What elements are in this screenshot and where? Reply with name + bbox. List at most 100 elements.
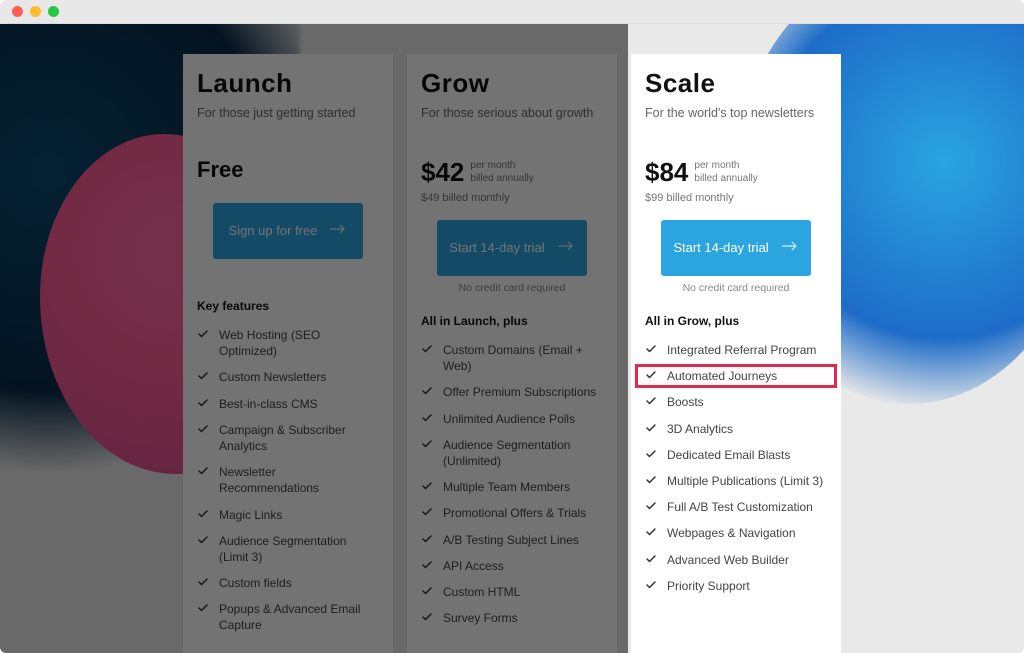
plan-cta-button[interactable]: Start 14-day trial	[661, 220, 811, 276]
arrow-right-icon	[557, 238, 575, 258]
feature-item: A/B Testing Subject Lines	[421, 532, 603, 548]
check-icon	[645, 343, 657, 355]
features-section-label: All in Launch, plus	[421, 314, 603, 328]
feature-item: Survey Forms	[421, 610, 603, 626]
plan-title: Scale	[645, 68, 827, 99]
pricing-columns: LaunchFor those just getting startedFree…	[183, 24, 841, 653]
feature-item: 3D Analytics	[645, 421, 827, 437]
feature-label: Priority Support	[667, 578, 750, 594]
feature-label: A/B Testing Subject Lines	[443, 532, 579, 548]
price-meta-line: billed annually	[470, 173, 533, 186]
plan-subtitle: For the world's top newsletters	[645, 105, 827, 139]
check-icon	[197, 465, 209, 477]
feature-item: Boosts	[645, 394, 827, 410]
check-icon	[645, 395, 657, 407]
check-icon	[197, 576, 209, 588]
check-icon	[645, 369, 657, 381]
feature-item: Newsletter Recommendations	[197, 464, 379, 496]
feature-item: Full A/B Test Customization	[645, 499, 827, 515]
window-minimize-button[interactable]	[30, 6, 41, 17]
check-icon	[645, 422, 657, 434]
spacer	[197, 265, 379, 279]
plan-title: Launch	[197, 68, 379, 99]
feature-item: Promotional Offers & Trials	[421, 505, 603, 521]
features-section-label: All in Grow, plus	[645, 314, 827, 328]
plan-monthly-note: $49 billed monthly	[421, 192, 603, 204]
feature-label: API Access	[443, 558, 504, 574]
feature-item: Priority Support	[645, 578, 827, 594]
price-meta-line: billed annually	[694, 173, 757, 186]
check-icon	[197, 534, 209, 546]
features-list: Integrated Referral Program Automated Jou…	[645, 342, 827, 594]
feature-item: Multiple Publications (Limit 3)	[645, 473, 827, 489]
plan-launch: LaunchFor those just getting startedFree…	[183, 54, 393, 653]
feature-label: Offer Premium Subscriptions	[443, 384, 596, 400]
feature-item: Multiple Team Members	[421, 479, 603, 495]
feature-item: Audience Segmentation (Unlimited)	[421, 437, 603, 469]
feature-label: Custom fields	[219, 575, 292, 591]
feature-label: Custom Newsletters	[219, 369, 326, 385]
feature-item: Offer Premium Subscriptions	[421, 384, 603, 400]
check-icon	[421, 559, 433, 571]
feature-label: Integrated Referral Program	[667, 342, 816, 358]
plan-subtitle: For those just getting started	[197, 105, 379, 139]
feature-item: Best-in-class CMS	[197, 396, 379, 412]
plan-price: $42	[421, 157, 464, 188]
check-icon	[197, 602, 209, 614]
feature-item: Automated Journeys	[645, 368, 827, 384]
plan-cta-label: Sign up for free	[229, 223, 318, 239]
feature-item: Integrated Referral Program	[645, 342, 827, 358]
arrow-right-icon	[781, 238, 799, 258]
feature-label: Web Hosting (SEO Optimized)	[219, 327, 379, 359]
plan-cta-button[interactable]: Start 14-day trial	[437, 220, 587, 276]
check-icon	[421, 585, 433, 597]
check-icon	[197, 328, 209, 340]
check-icon	[421, 385, 433, 397]
plan-cta-button[interactable]: Sign up for free	[213, 203, 363, 259]
window-titlebar	[0, 0, 1024, 24]
check-icon	[645, 448, 657, 460]
check-icon	[645, 526, 657, 538]
window-zoom-button[interactable]	[48, 6, 59, 17]
check-icon	[645, 474, 657, 486]
window-close-button[interactable]	[12, 6, 23, 17]
check-icon	[197, 370, 209, 382]
page-content: LaunchFor those just getting startedFree…	[0, 24, 1024, 653]
check-icon	[421, 412, 433, 424]
feature-item: Custom Newsletters	[197, 369, 379, 385]
feature-label: Boosts	[667, 394, 704, 410]
plan-subtitle: For those serious about growth	[421, 105, 603, 139]
check-icon	[197, 397, 209, 409]
price-meta-line: per month	[694, 160, 757, 173]
feature-item: Web Hosting (SEO Optimized)	[197, 327, 379, 359]
arrow-right-icon	[329, 221, 347, 241]
feature-label: Full A/B Test Customization	[667, 499, 813, 515]
check-icon	[645, 500, 657, 512]
feature-label: Webpages & Navigation	[667, 525, 796, 541]
check-icon	[197, 423, 209, 435]
check-icon	[421, 480, 433, 492]
plan-price-row: $42 per monthbilled annually	[421, 157, 603, 188]
feature-label: Multiple Publications (Limit 3)	[667, 473, 823, 489]
check-icon	[197, 508, 209, 520]
feature-item: Audience Segmentation (Limit 3)	[197, 533, 379, 565]
feature-item: Custom Domains (Email + Web)	[421, 342, 603, 374]
plan-title: Grow	[421, 68, 603, 99]
feature-label: Survey Forms	[443, 610, 518, 626]
feature-item: Advanced Web Builder	[645, 552, 827, 568]
feature-label: Audience Segmentation (Limit 3)	[219, 533, 379, 565]
plan-grow: Grow For those serious about growth $42 per…	[407, 54, 617, 653]
price-meta-line: per month	[470, 160, 533, 173]
feature-item: Custom fields	[197, 575, 379, 591]
feature-item: Custom HTML	[421, 584, 603, 600]
feature-label: Campaign & Subscriber Analytics	[219, 422, 379, 454]
feature-item: Magic Links	[197, 507, 379, 523]
features-list: Web Hosting (SEO Optimized) Custom Newsle…	[197, 327, 379, 634]
feature-label: 3D Analytics	[667, 421, 733, 437]
check-icon	[421, 438, 433, 450]
plan-cta-label: Start 14-day trial	[673, 240, 768, 256]
feature-label: Magic Links	[219, 507, 282, 523]
feature-label: Custom HTML	[443, 584, 520, 600]
feature-label: Advanced Web Builder	[667, 552, 789, 568]
feature-label: Multiple Team Members	[443, 479, 570, 495]
